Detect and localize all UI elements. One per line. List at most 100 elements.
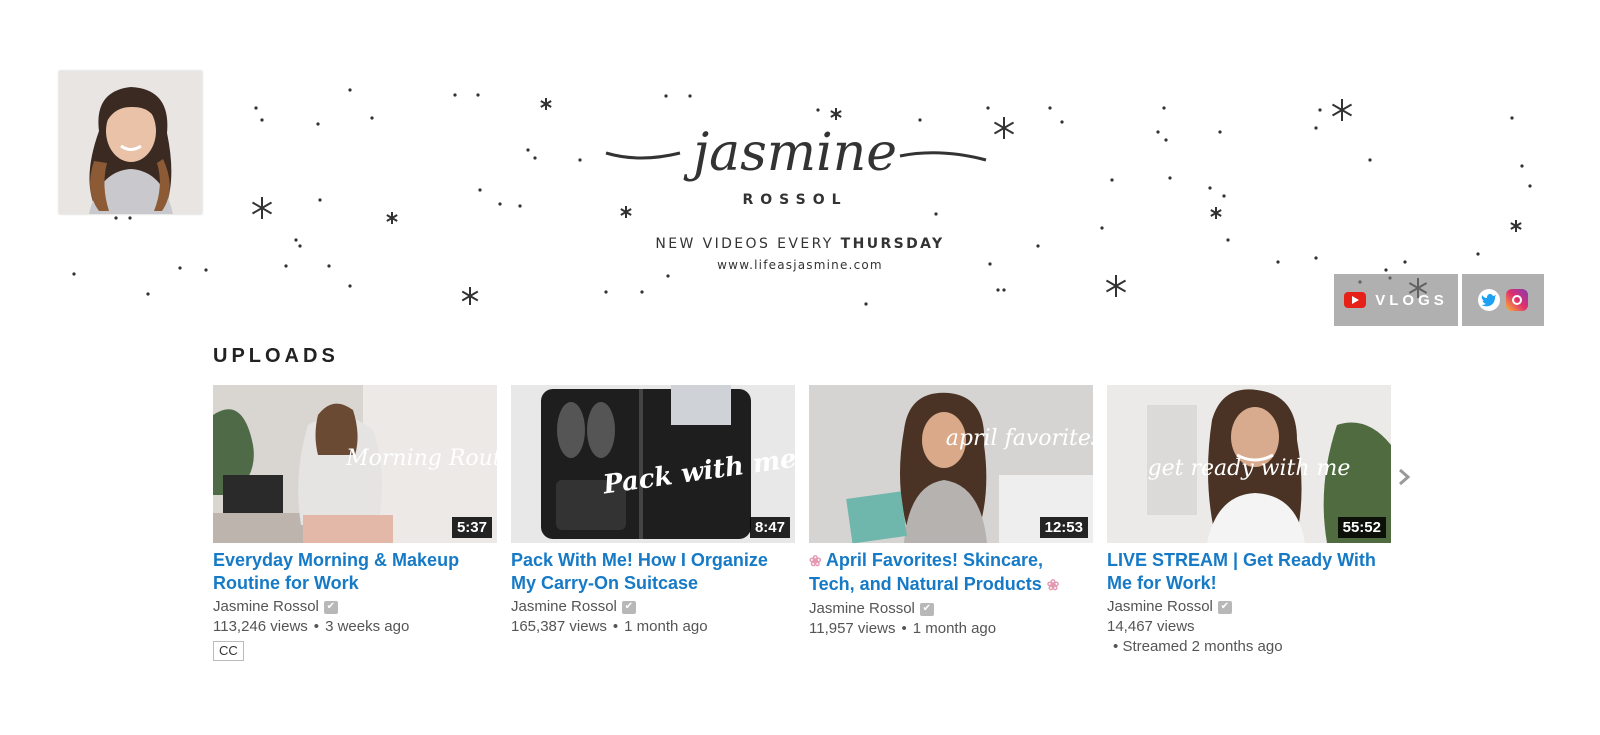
dot-doodle [864, 302, 868, 306]
dot-doodle [1528, 184, 1532, 188]
verified-icon: ✔ [1217, 600, 1232, 614]
video-thumbnail[interactable]: Morning Routine 5:37 [213, 385, 497, 543]
video-meta: 11,957 views • 1 month ago [809, 619, 1093, 639]
dot-doodle [1048, 106, 1052, 110]
video-title-link[interactable]: LIVE STREAM | Get Ready With Me for Work… [1107, 549, 1391, 595]
dot-doodle [640, 290, 644, 294]
banner-tagline: NEW VIDEOS EVERY THURSDAY [560, 236, 1040, 252]
video-card: Morning Routine 5:37 Everyday Morning & … [213, 385, 497, 661]
dot-doodle [604, 290, 608, 294]
dot-doodle [666, 274, 670, 278]
video-title-link[interactable]: Pack With Me! How I Organize My Carry-On… [511, 549, 795, 595]
view-count: 113,246 views [213, 618, 308, 635]
dot-doodle [526, 148, 530, 152]
video-card: get ready with me 55:52 LIVE STREAM | Ge… [1107, 385, 1391, 657]
dot-doodle [128, 216, 132, 220]
dot-doodle [1368, 158, 1372, 162]
video-title-text: April Favorites! Skincare, Tech, and Nat… [809, 550, 1044, 594]
uploads-heading: UPLOADS [213, 345, 339, 367]
channel-banner: jasmine ROSSOL NEW VIDEOS EVERY THURSDAY… [0, 0, 1600, 326]
meta-separator: • [313, 618, 320, 635]
thumbnail-caption: get ready with me [1148, 456, 1351, 481]
star-doodle [1331, 99, 1353, 121]
star-doodle [251, 197, 273, 219]
dot-doodle [178, 266, 182, 270]
upload-age: 1 month ago [912, 620, 997, 637]
logo-subtitle: ROSSOL [742, 192, 848, 208]
meta-separator: • [1113, 638, 1119, 655]
view-count: 11,957 views [809, 620, 896, 637]
dot-doodle [204, 268, 208, 272]
verified-icon: ✔ [919, 602, 934, 616]
upload-age: 3 weeks ago [325, 618, 410, 635]
video-duration: 12:53 [1039, 517, 1088, 538]
video-thumbnail[interactable]: april favorites 12:53 [809, 385, 1093, 543]
channel-avatar[interactable] [59, 71, 202, 214]
youtube-icon [1344, 292, 1367, 308]
channel-name[interactable]: Jasmine Rossol [213, 597, 319, 617]
video-title-link[interactable]: ❀ April Favorites! Skincare, Tech, and N… [809, 549, 1093, 597]
video-duration: 55:52 [1337, 517, 1386, 538]
dot-doodle [578, 158, 582, 162]
dot-doodle [146, 292, 150, 296]
dot-doodle [114, 216, 118, 220]
dot-doodle [370, 116, 374, 120]
chevron-right-icon[interactable] [1397, 466, 1411, 488]
dot-doodle [1520, 164, 1524, 168]
flower-emoji-icon: ❀ [809, 553, 822, 570]
dot-doodle [1276, 260, 1280, 264]
dot-doodle [1164, 138, 1168, 142]
dot-doodle [453, 93, 457, 97]
dot-doodle [1168, 176, 1172, 180]
logo-script-text: jasmine [683, 123, 897, 183]
video-card: april favorites 12:53 ❀ April Favorites!… [809, 385, 1093, 639]
upload-age: 1 month ago [624, 618, 708, 635]
thumbnail-caption: april favorites [946, 426, 1093, 451]
video-channel: Jasmine Rossol ✔ [809, 599, 1093, 619]
dot-doodle [986, 106, 990, 110]
star-doodle [1210, 207, 1222, 219]
video-meta: 14,467 views [1107, 617, 1391, 637]
channel-name[interactable]: Jasmine Rossol [809, 599, 915, 619]
tagline-prefix: NEW VIDEOS EVERY [655, 236, 834, 252]
verified-icon: ✔ [323, 600, 338, 614]
view-count: 14,467 views [1107, 618, 1195, 635]
channel-name[interactable]: Jasmine Rossol [1107, 597, 1213, 617]
social-links[interactable] [1462, 274, 1544, 326]
dot-doodle [1218, 130, 1222, 134]
dot-doodle [996, 288, 1000, 292]
star-doodle [461, 287, 479, 305]
dot-doodle [498, 202, 502, 206]
flower-emoji-icon: ❀ [1046, 577, 1060, 594]
dot-doodle [298, 244, 302, 248]
dot-doodle [284, 264, 288, 268]
dot-doodle [476, 93, 480, 97]
vlogs-channel-link[interactable]: VLOGS [1334, 274, 1458, 326]
star-doodle [1105, 275, 1127, 297]
star-doodle [993, 117, 1015, 139]
vlogs-label: VLOGS [1375, 291, 1448, 309]
dot-doodle [1162, 106, 1166, 110]
view-count: 165,387 views [511, 618, 607, 635]
video-title-link[interactable]: Everyday Morning & Makeup Routine for Wo… [213, 549, 497, 595]
dot-doodle [1156, 130, 1160, 134]
dot-doodle [294, 238, 298, 242]
dot-doodle [1318, 108, 1322, 112]
channel-name[interactable]: Jasmine Rossol [511, 597, 617, 617]
dot-doodle [1403, 260, 1407, 264]
dot-doodle [254, 106, 258, 110]
dot-doodle [934, 212, 938, 216]
video-thumbnail[interactable]: get ready with me 55:52 [1107, 385, 1391, 543]
verified-icon: ✔ [621, 600, 636, 614]
twitter-icon[interactable] [1478, 289, 1500, 311]
video-card: Pack with me 8:47 Pack With Me! How I Or… [511, 385, 795, 637]
instagram-icon[interactable] [1506, 289, 1528, 311]
meta-separator: • [901, 620, 907, 637]
thumbnail-caption: Morning Routine [345, 446, 497, 471]
dot-doodle [1222, 194, 1226, 198]
video-thumbnail[interactable]: Pack with me 8:47 [511, 385, 795, 543]
cc-badge: CC [213, 641, 244, 661]
dot-doodle [318, 198, 322, 202]
video-channel: Jasmine Rossol ✔ [213, 597, 497, 617]
dot-doodle [1060, 120, 1064, 124]
